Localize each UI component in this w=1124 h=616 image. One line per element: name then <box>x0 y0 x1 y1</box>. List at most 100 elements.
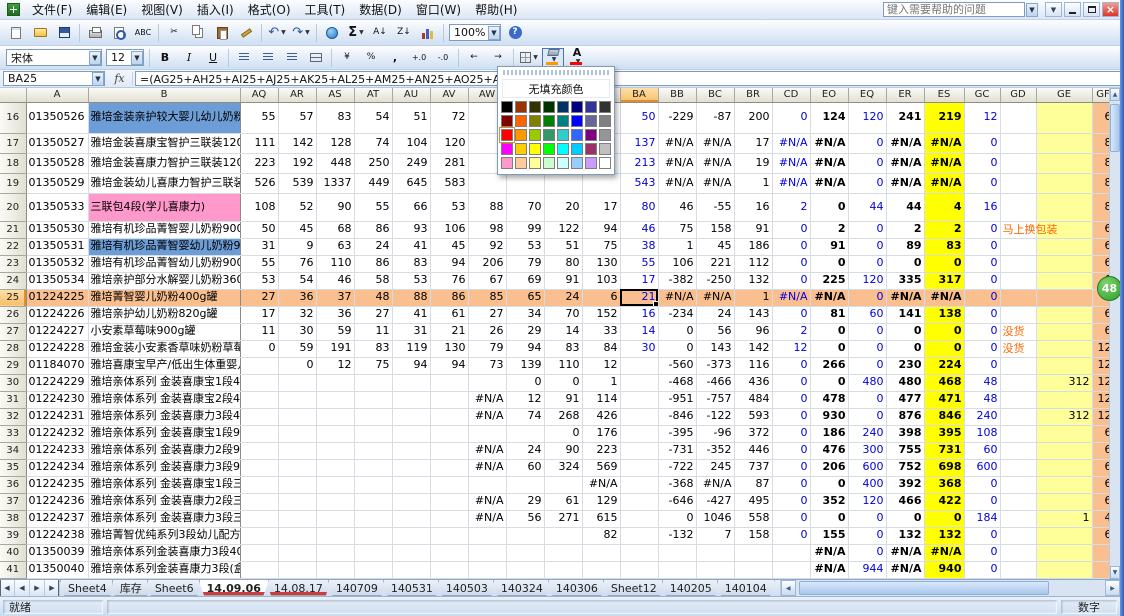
cell-GF26[interactable]: 6 <box>1092 306 1109 323</box>
cell-EO27[interactable]: 0 <box>810 323 848 340</box>
cell-B16[interactable]: 雅培金装亲护较大婴儿幼儿奶粉82 <box>88 102 240 133</box>
cell-CD35[interactable]: 0 <box>772 459 810 476</box>
cell-A18[interactable]: 01350528 <box>26 153 88 173</box>
cell-EO16[interactable]: 124 <box>810 102 848 133</box>
cell-AU41[interactable] <box>392 561 430 578</box>
cell-AU36[interactable] <box>392 476 430 493</box>
cell-BC33[interactable]: -96 <box>696 425 734 442</box>
cell-AX38[interactable]: 56 <box>506 510 544 527</box>
color-swatch[interactable] <box>585 143 597 155</box>
cell-BR24[interactable]: 132 <box>734 272 772 289</box>
cell-AV27[interactable]: 21 <box>430 323 468 340</box>
cell-AY22[interactable]: 51 <box>544 238 582 255</box>
cell-EQ32[interactable]: 0 <box>848 408 886 425</box>
no-fill-button[interactable]: 无填充颜色 <box>502 79 610 98</box>
cell-AS40[interactable] <box>316 544 354 561</box>
font-size-dropdown-icon[interactable]: ▼ <box>131 51 143 65</box>
cell-AX31[interactable]: 12 <box>506 391 544 408</box>
cell-BA20[interactable]: 80 <box>620 193 658 221</box>
sheet-tab-14.08.17[interactable]: 14.08.17 <box>266 580 331 596</box>
cell-BC27[interactable]: 56 <box>696 323 734 340</box>
cell-GE22[interactable] <box>1036 238 1092 255</box>
sheet-tab-140104[interactable]: 140104 <box>717 580 775 596</box>
cell-ER25[interactable]: #N/A <box>886 289 924 306</box>
tab-scroll-prev[interactable]: ◀ <box>15 580 30 596</box>
cell-AZ30[interactable]: 1 <box>582 374 620 391</box>
cell-ES30[interactable]: 468 <box>924 374 964 391</box>
cell-AS26[interactable]: 36 <box>316 306 354 323</box>
sheet-tab-Sheet12[interactable]: Sheet12 <box>603 580 665 596</box>
cell-AV26[interactable]: 61 <box>430 306 468 323</box>
cell-AV35[interactable] <box>430 459 468 476</box>
cell-EQ30[interactable]: 480 <box>848 374 886 391</box>
cell-BA35[interactable] <box>620 459 658 476</box>
autosum-dropdown-icon[interactable]: ▼ <box>359 29 364 36</box>
cell-GF18[interactable]: 8 <box>1092 153 1109 173</box>
cell-BA23[interactable]: 55 <box>620 255 658 272</box>
cell-ES27[interactable]: 0 <box>924 323 964 340</box>
cell-BC35[interactable]: 245 <box>696 459 734 476</box>
format-painter-button[interactable] <box>235 23 257 43</box>
column-header-GE[interactable]: GE <box>1036 88 1092 102</box>
cell-AX26[interactable]: 34 <box>506 306 544 323</box>
row-header-30[interactable]: 30 <box>0 374 26 391</box>
cell-BC16[interactable]: -87 <box>696 102 734 133</box>
cell-BC34[interactable]: -352 <box>696 442 734 459</box>
color-swatch[interactable] <box>501 157 513 169</box>
cell-AR32[interactable] <box>278 408 316 425</box>
cell-AZ32[interactable]: 426 <box>582 408 620 425</box>
cell-AT26[interactable]: 27 <box>354 306 392 323</box>
scroll-down-icon[interactable]: ▼ <box>1110 566 1120 579</box>
cell-GF35[interactable]: 6 <box>1092 459 1109 476</box>
row-header-16[interactable]: 16 <box>0 102 26 133</box>
currency-button[interactable]: ¥ <box>336 48 358 68</box>
fill-color-button[interactable]: ▼ <box>542 48 564 68</box>
cell-GC39[interactable]: 0 <box>964 527 1000 544</box>
cell-ES19[interactable]: #N/A <box>924 173 964 193</box>
cell-AU21[interactable]: 93 <box>392 221 430 238</box>
cell-ER18[interactable]: #N/A <box>886 153 924 173</box>
cell-A35[interactable]: 01224234 <box>26 459 88 476</box>
column-header-B[interactable]: B <box>88 88 240 102</box>
row-header-32[interactable]: 32 <box>0 408 26 425</box>
cell-CD25[interactable]: #N/A <box>772 289 810 306</box>
cell-BA16[interactable]: 50 <box>620 102 658 133</box>
cell-AR37[interactable] <box>278 493 316 510</box>
cell-GC22[interactable]: 0 <box>964 238 1000 255</box>
cell-B30[interactable]: 雅培亲体系列 金装喜康宝1段400g <box>88 374 240 391</box>
cell-GF19[interactable]: 8 <box>1092 173 1109 193</box>
row-header-38[interactable]: 38 <box>0 510 26 527</box>
cell-AY38[interactable]: 271 <box>544 510 582 527</box>
cell-AT38[interactable] <box>354 510 392 527</box>
cell-AX19[interactable] <box>506 173 544 193</box>
cell-BB29[interactable]: -560 <box>658 357 696 374</box>
cell-AY28[interactable]: 83 <box>544 340 582 357</box>
cell-AT20[interactable]: 55 <box>354 193 392 221</box>
cell-EO21[interactable]: 2 <box>810 221 848 238</box>
cell-AV32[interactable] <box>430 408 468 425</box>
cell-EO19[interactable]: #N/A <box>810 173 848 193</box>
column-header-EQ[interactable]: EQ <box>848 88 886 102</box>
cell-GD33[interactable] <box>1000 425 1036 442</box>
cell-AV30[interactable] <box>430 374 468 391</box>
cell-BA25[interactable]: 21 <box>620 289 658 306</box>
cell-AU23[interactable]: 83 <box>392 255 430 272</box>
cell-AW33[interactable] <box>468 425 506 442</box>
cell-AS34[interactable] <box>316 442 354 459</box>
cell-AV39[interactable] <box>430 527 468 544</box>
color-swatch[interactable] <box>543 129 555 141</box>
cell-CD39[interactable]: 0 <box>772 527 810 544</box>
cell-BB39[interactable]: -132 <box>658 527 696 544</box>
cell-AY23[interactable]: 80 <box>544 255 582 272</box>
cell-EO28[interactable]: 0 <box>810 340 848 357</box>
cell-GF37[interactable]: 6 <box>1092 493 1109 510</box>
cell-EO38[interactable]: 0 <box>810 510 848 527</box>
undo-dropdown-icon[interactable]: ▼ <box>281 29 286 36</box>
cell-BB41[interactable] <box>658 561 696 578</box>
cell-AZ19[interactable] <box>582 173 620 193</box>
cell-AU34[interactable] <box>392 442 430 459</box>
cell-BR19[interactable]: 1 <box>734 173 772 193</box>
cell-AS24[interactable]: 46 <box>316 272 354 289</box>
color-swatch[interactable] <box>571 143 583 155</box>
cell-AZ27[interactable]: 33 <box>582 323 620 340</box>
